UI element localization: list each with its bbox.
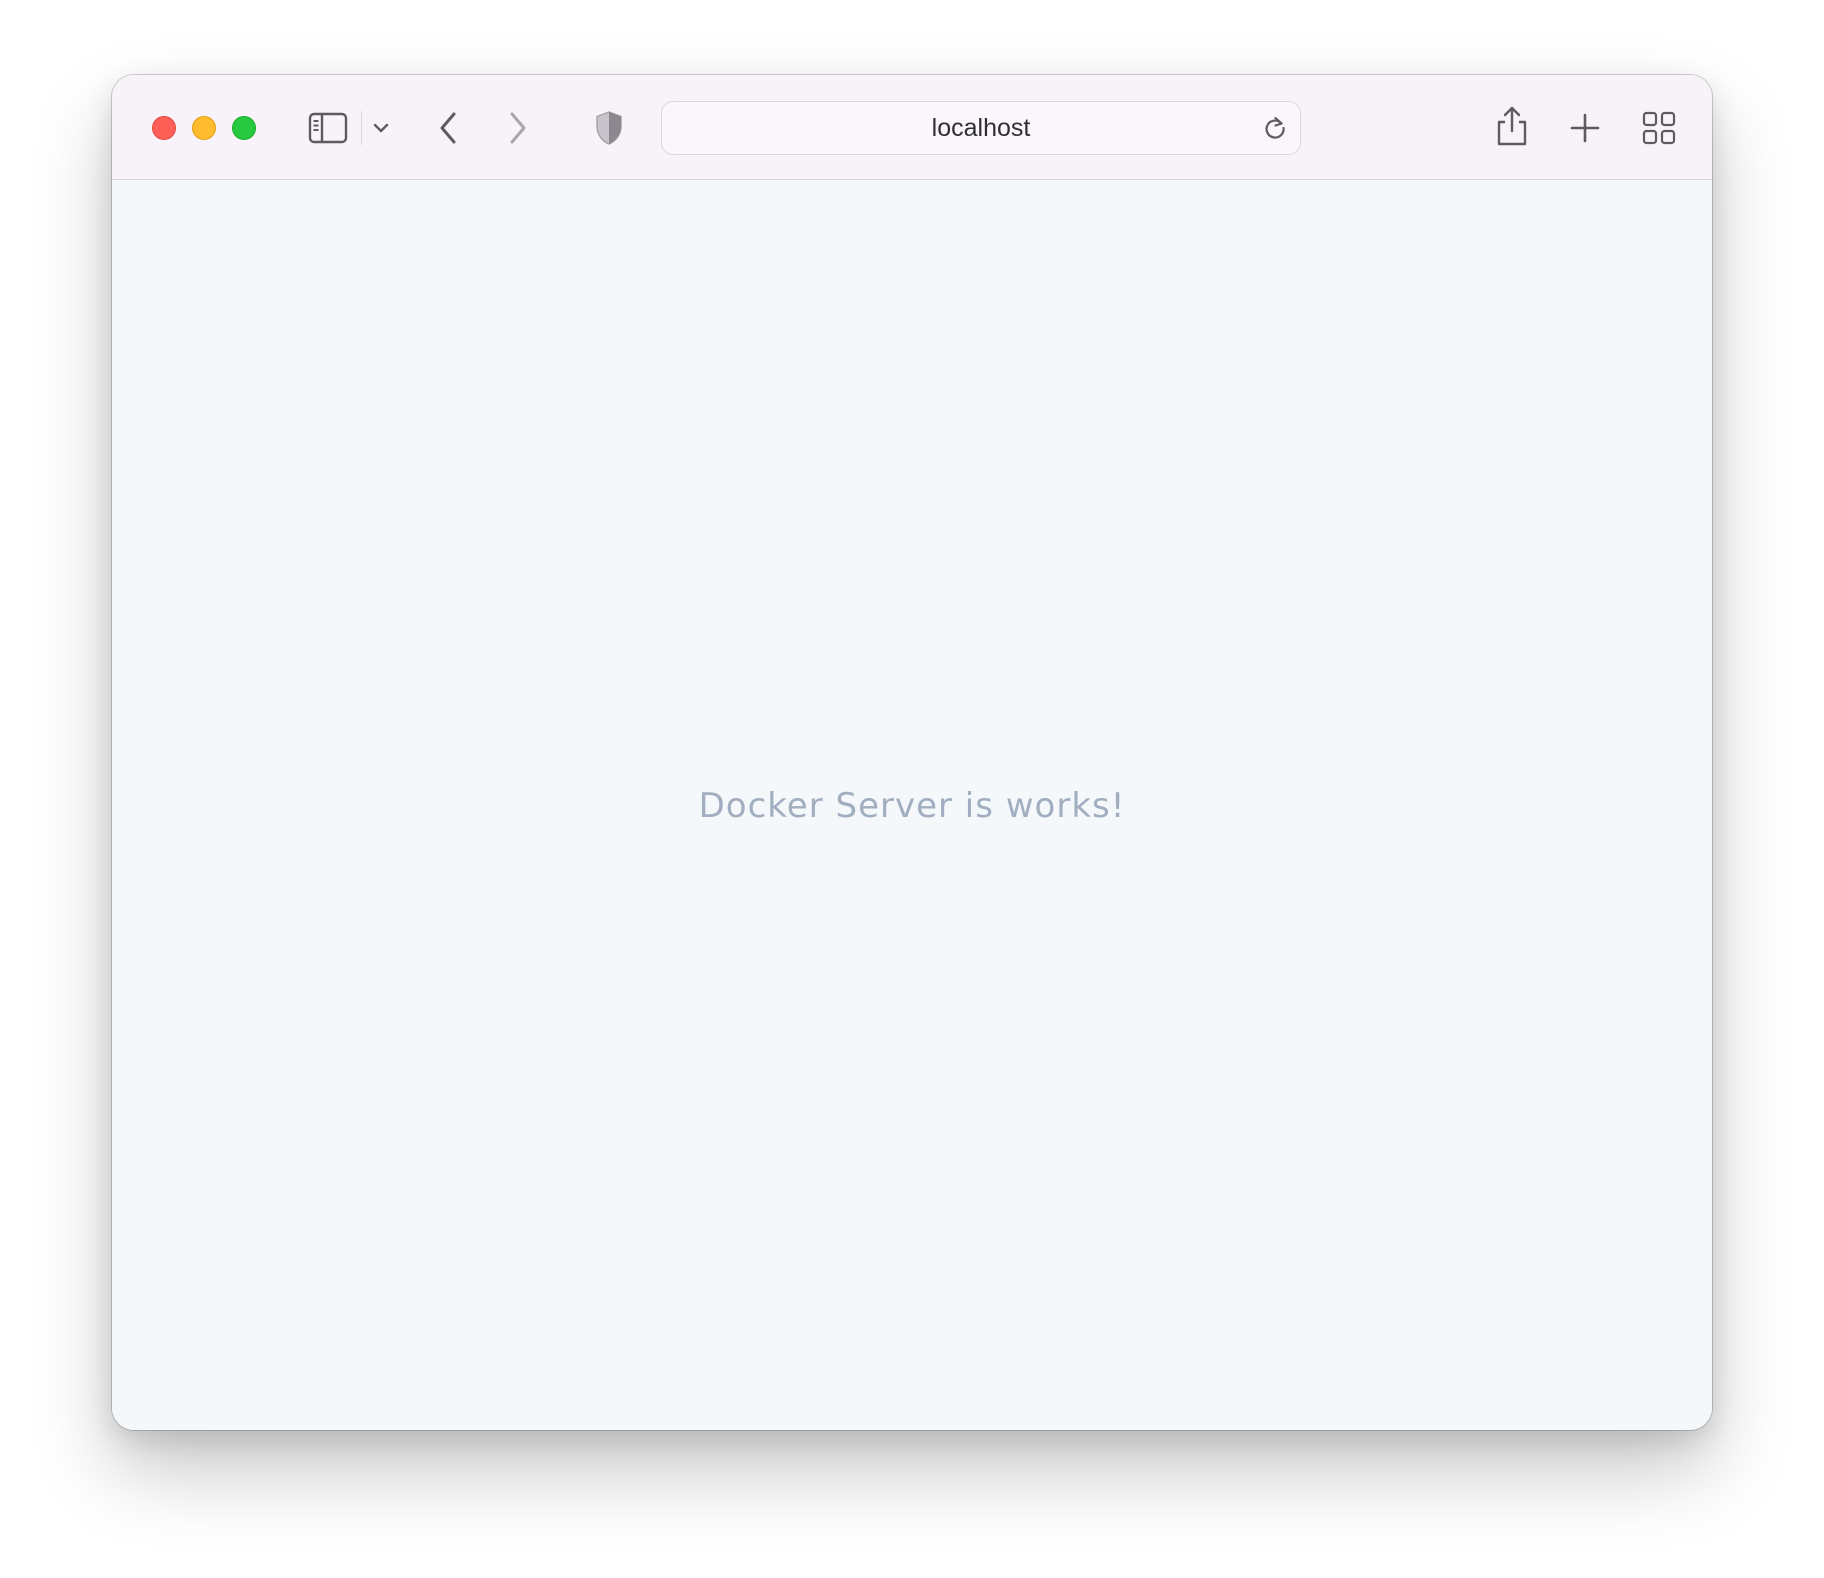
plus-icon	[1570, 113, 1600, 143]
share-button[interactable]	[1492, 103, 1532, 149]
chevron-right-icon	[510, 112, 526, 144]
toolbar-divider	[361, 111, 362, 145]
minimize-window-button[interactable]	[192, 116, 216, 140]
reload-icon	[1265, 116, 1285, 139]
new-tab-button[interactable]	[1565, 108, 1605, 148]
sidebar-icon	[308, 112, 348, 144]
browser-toolbar: localhost	[112, 75, 1712, 180]
shield-icon	[596, 111, 622, 145]
page-message: Docker Server is works!	[698, 786, 1126, 826]
close-window-button[interactable]	[152, 116, 176, 140]
sidebar-toggle-button[interactable]	[306, 109, 350, 147]
maximize-window-button[interactable]	[232, 116, 256, 140]
back-button[interactable]	[430, 109, 466, 147]
chevron-down-icon	[373, 123, 389, 133]
tab-overview-button[interactable]	[1639, 108, 1679, 148]
address-url: localhost	[931, 113, 1031, 142]
grid-icon	[1642, 111, 1676, 145]
forward-button[interactable]	[500, 109, 536, 147]
chevron-left-icon	[440, 112, 456, 144]
browser-window: localhost Docker Server is works!	[112, 75, 1712, 1430]
address-bar[interactable]: localhost	[661, 101, 1301, 155]
privacy-report-button[interactable]	[592, 107, 626, 149]
share-icon	[1497, 106, 1527, 146]
reload-button[interactable]	[1260, 113, 1290, 143]
tab-group-menu-button[interactable]	[366, 115, 396, 141]
page-content: Docker Server is works!	[112, 180, 1712, 1430]
